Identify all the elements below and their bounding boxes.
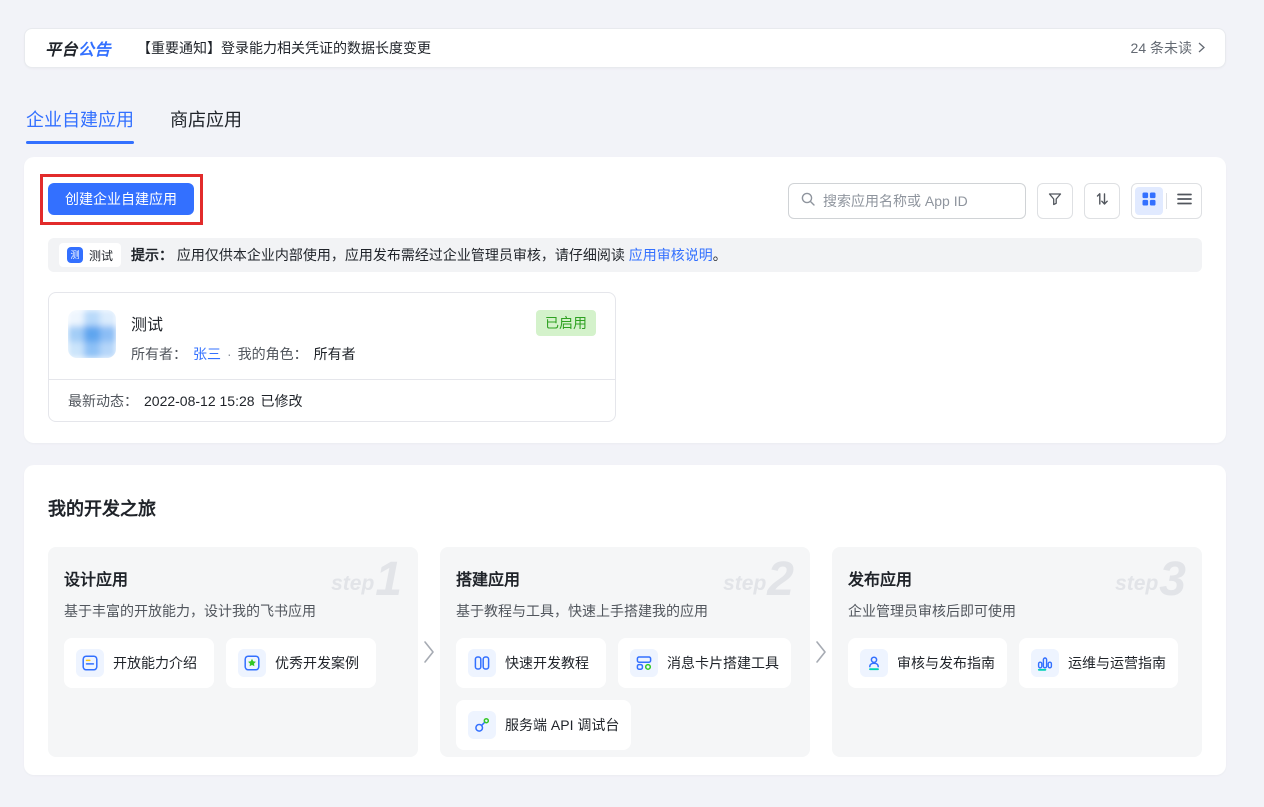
app-card-activity: 最新动态： 2022-08-12 15:28 已修改 — [49, 379, 615, 422]
step3-links: 审核与发布指南 运维与运营指南 — [848, 638, 1186, 688]
quick-dev-tutorial-button[interactable]: 快速开发教程 — [456, 638, 606, 688]
journey-title: 我的开发之旅 — [48, 495, 1202, 521]
step-card-build: step2 搭建应用 基于教程与工具，快速上手搭建我的应用 快速开发教程 — [440, 547, 810, 757]
watermark-step-text: step — [331, 573, 374, 594]
review-publish-guide-button[interactable]: 审核与发布指南 — [848, 638, 1007, 688]
view-toggle-group — [1131, 183, 1202, 219]
sort-button[interactable] — [1084, 183, 1120, 219]
tip-text: 提示： 应用仅供本企业内部使用，应用发布需经过企业管理员审核，请仔细阅读 应用审… — [131, 245, 727, 265]
apps-panel: 创建企业自建应用 — [24, 157, 1226, 443]
announcement-bar: 平台公告 【重要通知】登录能力相关凭证的数据长度变更 24 条未读 — [24, 28, 1226, 68]
test-app-chip-label: 测试 — [89, 247, 113, 264]
message-card-builder-button[interactable]: 消息卡片搭建工具 — [618, 638, 791, 688]
list-view-option[interactable] — [1170, 187, 1198, 215]
unread-count-link[interactable]: 24 条未读 — [1131, 38, 1205, 58]
grid-view-option[interactable] — [1135, 187, 1163, 215]
tab-self-built-apps[interactable]: 企业自建应用 — [26, 106, 134, 144]
funnel-icon — [1047, 191, 1063, 212]
step-chevron-icon — [423, 640, 435, 664]
ops-chart-icon — [1031, 649, 1059, 677]
announcement-message: 【重要通知】登录能力相关凭证的数据长度变更 — [137, 38, 1131, 58]
link-label: 消息卡片搭建工具 — [667, 653, 779, 673]
test-app-chip: 测 测试 — [59, 243, 121, 267]
developer-console-page: 平台公告 【重要通知】登录能力相关凭证的数据长度变更 24 条未读 企业自建应用… — [0, 0, 1264, 807]
platform-announcement-logo: 平台公告 — [45, 36, 111, 60]
apps-toolbar: 创建企业自建应用 — [48, 183, 1202, 219]
tip-suffix: 。 — [713, 247, 727, 263]
link-label: 优秀开发案例 — [275, 653, 359, 673]
watermark-step-text: step — [723, 573, 766, 594]
watermark-step-number: 3 — [1159, 560, 1186, 599]
step-card-design: step1 设计应用 基于丰富的开放能力，设计我的飞书应用 开放能力介绍 — [48, 547, 418, 757]
app-type-tabs: 企业自建应用 商店应用 — [26, 106, 242, 144]
search-box — [788, 183, 1026, 219]
tab-store-apps[interactable]: 商店应用 — [170, 106, 242, 144]
create-self-built-app-button[interactable]: 创建企业自建应用 — [48, 183, 194, 215]
journey-steps-row: step1 设计应用 基于丰富的开放能力，设计我的飞书应用 开放能力介绍 — [48, 547, 1202, 757]
brand-accent-text: 公告 — [78, 42, 111, 59]
link-label: 审核与发布指南 — [897, 653, 995, 673]
step2-desc: 基于教程与工具，快速上手搭建我的应用 — [456, 601, 794, 621]
watermark-step-number: 2 — [767, 560, 794, 599]
test-app-avatar: 测 — [67, 247, 83, 263]
list-view-icon — [1177, 192, 1192, 210]
app-name: 测试 — [131, 311, 521, 335]
create-button-wrap: 创建企业自建应用 — [48, 183, 194, 215]
tip-body: 应用仅供本企业内部使用，应用发布需经过企业管理员审核，请仔细阅读 — [177, 247, 625, 263]
app-card[interactable]: 测试 所有者： 张三 · 我的角色： 所有者 已启用 最新动态： 2022-08… — [48, 292, 616, 422]
search-icon — [800, 191, 816, 212]
api-debug-icon — [468, 711, 496, 739]
owner-label: 所有者： — [131, 344, 187, 364]
search-input[interactable] — [823, 193, 1014, 209]
step1-desc: 基于丰富的开放能力，设计我的飞书应用 — [64, 601, 402, 621]
activity-status: 已修改 — [261, 391, 303, 411]
role-label: 我的角色： — [238, 344, 308, 364]
step2-watermark: step2 — [723, 560, 794, 599]
toolbar-controls — [788, 183, 1202, 219]
toggle-divider — [1166, 193, 1167, 209]
step1-links: 开放能力介绍 优秀开发案例 — [64, 638, 402, 688]
app-card-top: 测试 所有者： 张三 · 我的角色： 所有者 已启用 — [49, 293, 615, 379]
activity-label: 最新动态： — [68, 391, 138, 411]
server-api-debugger-button[interactable]: 服务端 API 调试台 — [456, 700, 631, 750]
link-label: 开放能力介绍 — [113, 653, 197, 673]
app-info: 测试 所有者： 张三 · 我的角色： 所有者 — [131, 310, 521, 364]
status-badge-enabled: 已启用 — [536, 310, 596, 336]
message-card-icon — [630, 649, 658, 677]
star-icon — [238, 649, 266, 677]
tip-prefix: 提示： — [131, 247, 173, 263]
meta-separator: · — [227, 346, 232, 362]
step-chevron-icon — [815, 640, 827, 664]
filter-button[interactable] — [1037, 183, 1073, 219]
step3-desc: 企业管理员审核后即可使用 — [848, 601, 1186, 621]
role-value: 所有者 — [314, 344, 356, 364]
step3-watermark: step3 — [1115, 560, 1186, 599]
showcase-cases-button[interactable]: 优秀开发案例 — [226, 638, 376, 688]
doc-icon — [76, 649, 104, 677]
app-meta: 所有者： 张三 · 我的角色： 所有者 — [131, 344, 521, 364]
app-avatar — [68, 310, 116, 358]
activity-time: 2022-08-12 15:28 — [144, 393, 255, 409]
open-capability-intro-button[interactable]: 开放能力介绍 — [64, 638, 214, 688]
link-label: 快速开发教程 — [505, 653, 589, 673]
watermark-step-number: 1 — [375, 560, 402, 599]
grid-view-icon — [1142, 192, 1156, 211]
journey-panel: 我的开发之旅 step1 设计应用 基于丰富的开放能力，设计我的飞书应用 开放能… — [24, 465, 1226, 775]
chevron-right-icon — [1198, 40, 1205, 56]
review-guide-link[interactable]: 应用审核说明 — [629, 247, 713, 263]
owner-name-link[interactable]: 张三 — [193, 344, 221, 364]
book-icon — [468, 649, 496, 677]
sort-icon — [1094, 191, 1110, 212]
step1-watermark: step1 — [331, 560, 402, 599]
step2-links: 快速开发教程 消息卡片搭建工具 服务端 API 调试台 — [456, 638, 794, 750]
link-label: 服务端 API 调试台 — [505, 715, 619, 735]
review-stamp-icon — [860, 649, 888, 677]
step-card-publish: step3 发布应用 企业管理员审核后即可使用 审核与发布指南 — [832, 547, 1202, 757]
ops-operation-guide-button[interactable]: 运维与运营指南 — [1019, 638, 1178, 688]
unread-count-text: 24 条未读 — [1131, 38, 1192, 58]
watermark-step-text: step — [1115, 573, 1158, 594]
brand-dark-text: 平台 — [45, 42, 78, 59]
link-label: 运维与运营指南 — [1068, 653, 1166, 673]
tip-bar: 测 测试 提示： 应用仅供本企业内部使用，应用发布需经过企业管理员审核，请仔细阅… — [48, 238, 1202, 272]
